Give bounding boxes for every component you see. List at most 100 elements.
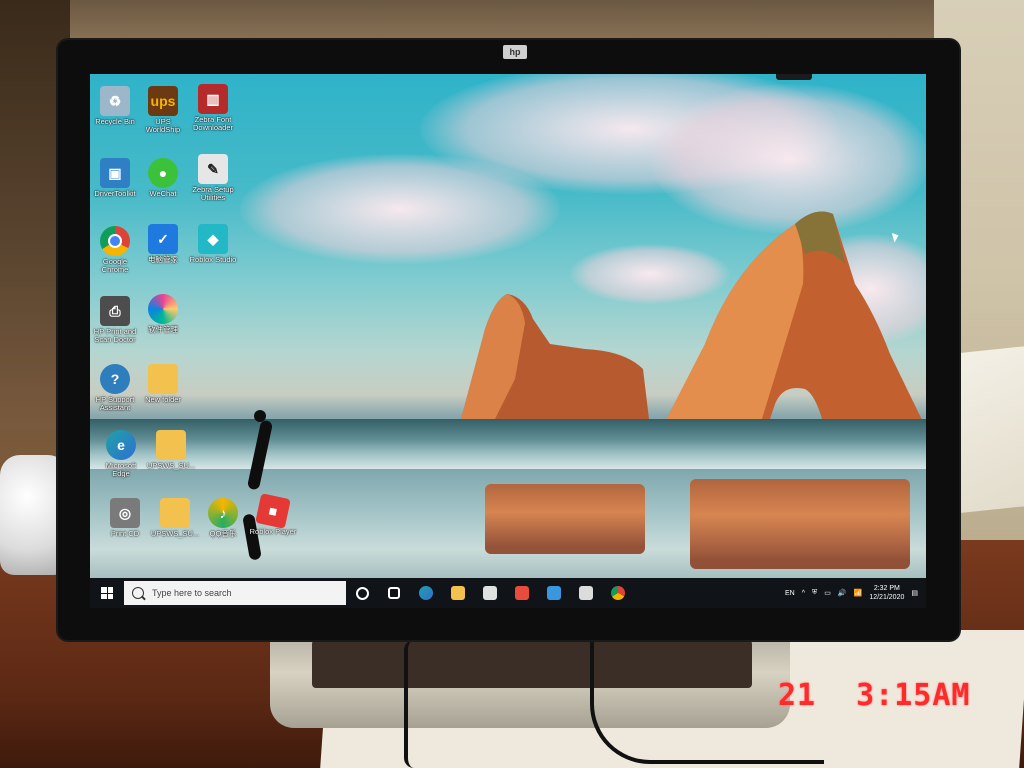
taskbar-app[interactable] [474, 578, 506, 608]
icon-label: HP Print and Scan Doctor [93, 327, 137, 344]
icon-label: Recycle Bin [95, 117, 135, 126]
icon-label: Roblox Studio [189, 255, 237, 264]
taskbar-app[interactable] [538, 578, 570, 608]
file-icon [156, 430, 186, 460]
zebra-setup-icon: ✎ [198, 154, 228, 184]
desktop-icon[interactable]: UPSWS_SU... [146, 430, 196, 470]
desktop-icon[interactable]: UPSWS_SU... [150, 498, 200, 538]
clock-time: 2:32 PM [873, 585, 900, 592]
pc-manager-icon: ✓ [148, 224, 178, 254]
network-icon[interactable]: 📶 [854, 589, 863, 597]
windows-logo-icon [101, 587, 113, 599]
desktop-icon[interactable]: ● WeChat [138, 158, 188, 198]
taskbar-app[interactable] [410, 578, 442, 608]
store-icon [483, 586, 497, 600]
desktop-icon[interactable]: e Microsoft Edge [96, 430, 146, 478]
icon-label: WeChat [149, 189, 177, 198]
desktop-icon[interactable]: ⎙ HP Print and Scan Doctor [90, 296, 140, 344]
desktop-icon[interactable]: ▣ DriverToolkit [90, 158, 140, 198]
search-placeholder: Type here to search [152, 588, 232, 598]
hp-print-doctor-icon: ⎙ [100, 296, 130, 326]
sea [90, 419, 926, 469]
roblox-studio-icon: ◆ [198, 224, 228, 254]
desktop-icon[interactable]: ▥ Zebra Font Downloader [188, 84, 238, 132]
desktop-icon[interactable]: ◆ Roblox Studio [188, 224, 238, 264]
cortana-button[interactable] [346, 578, 378, 608]
task-view-button[interactable] [378, 578, 410, 608]
wechat-icon: ● [148, 158, 178, 188]
icon-label: QQ音乐 [209, 529, 237, 538]
desktop-icon[interactable]: ? HP Support Assistant [90, 364, 140, 412]
desktop-icon[interactable]: 软件管理 [138, 294, 188, 334]
icon-label: Microsoft Edge [105, 461, 137, 478]
mail-icon [547, 586, 561, 600]
icon-label: Zebra Font Downloader [192, 115, 234, 132]
volume-icon[interactable]: 🔊 [838, 589, 847, 597]
taskbar-app[interactable] [442, 578, 474, 608]
zebra-font-icon: ▥ [198, 84, 228, 114]
desktop-screen[interactable]: ♻ Recycle Bin ups UPS WorldShip ▥ Zebra … [90, 74, 926, 608]
icon-label: UPS WorldShip [145, 117, 181, 134]
recycle-bin-icon: ♻ [100, 86, 130, 116]
cable [404, 640, 434, 768]
desktop-icon[interactable]: ♪ QQ音乐 [198, 498, 248, 538]
icon-label: Zebra Setup Utilities [192, 185, 234, 202]
clock-date: 12/21/2020 [869, 594, 905, 601]
roblox-player-icon: ■ [255, 493, 291, 529]
file-explorer-icon [451, 586, 465, 600]
taskbar-app[interactable] [506, 578, 538, 608]
rock-reflection [485, 484, 645, 554]
notifications-icon[interactable]: ▤ [911, 589, 918, 597]
ups-icon: ups [148, 86, 178, 116]
sea-rock-arch [665, 211, 923, 422]
desktop-icon[interactable]: ups UPS WorldShip [138, 86, 188, 134]
icon-label: New folder [145, 395, 181, 404]
file-icon [160, 498, 190, 528]
edge-icon [419, 586, 433, 600]
taskbar-app[interactable] [602, 578, 634, 608]
cortana-icon [355, 586, 369, 600]
taskbar: Type here to search EN ^ ⛨ ▭ 🔊 📶 2:32 PM… [90, 578, 926, 608]
edge-icon: e [106, 430, 136, 460]
desktop-icon[interactable]: ◎ Print CD [100, 498, 150, 538]
icon-label: UPSWS_SU... [150, 529, 200, 538]
print-cd-icon: ◎ [110, 498, 140, 528]
desktop-icon[interactable]: New folder [138, 364, 188, 404]
desktop-icon[interactable]: ♻ Recycle Bin [90, 86, 140, 126]
icon-label: DriverToolkit [94, 189, 136, 198]
icon-label: HP Support Assistant [95, 395, 135, 412]
hp-support-icon: ? [100, 364, 130, 394]
chevron-up-icon[interactable]: ^ [802, 590, 805, 597]
taskbar-app[interactable] [570, 578, 602, 608]
taskbar-clock[interactable]: 2:32 PM 12/21/2020 [869, 584, 904, 602]
desktop-icon[interactable]: ✓ 电脑管家 [138, 224, 188, 264]
taskbar-search[interactable]: Type here to search [124, 581, 346, 605]
chrome-icon [611, 586, 625, 600]
papers [954, 346, 1024, 514]
notch-indicator [776, 74, 812, 80]
start-button[interactable] [90, 578, 124, 608]
language-indicator[interactable]: EN [785, 590, 795, 597]
icon-label: 电脑管家 [148, 255, 178, 264]
task-view-icon [388, 587, 400, 599]
timestamp-date: 21 [778, 678, 817, 713]
desktop-icon[interactable]: ✎ Zebra Setup Utilities [188, 154, 238, 202]
photo-timestamp: 21 3:15AM [778, 678, 971, 713]
hp-logo: hp [503, 45, 527, 59]
background-shelf [70, 0, 934, 44]
icon-label: Roblox Player [249, 527, 297, 536]
timestamp-time: 3:15AM [856, 678, 971, 713]
desktop-icon[interactable]: Google Chrome [90, 226, 140, 274]
shield-icon[interactable]: ⛨ [812, 589, 817, 597]
icon-label: 软件管理 [148, 325, 178, 334]
folder-icon [148, 364, 178, 394]
icon-label: UPSWS_SU... [146, 461, 196, 470]
icon-label: Print CD [110, 529, 140, 538]
qq-music-icon: ♪ [208, 498, 238, 528]
app-icon [579, 586, 593, 600]
icon-label: Google Chrome [101, 257, 129, 274]
system-tray: EN ^ ⛨ ▭ 🔊 📶 2:32 PM 12/21/2020 ▤ [785, 584, 926, 602]
desktop-icon[interactable]: ■ Roblox Player [248, 493, 298, 536]
search-icon [132, 587, 144, 599]
battery-icon[interactable]: ▭ [824, 589, 831, 597]
